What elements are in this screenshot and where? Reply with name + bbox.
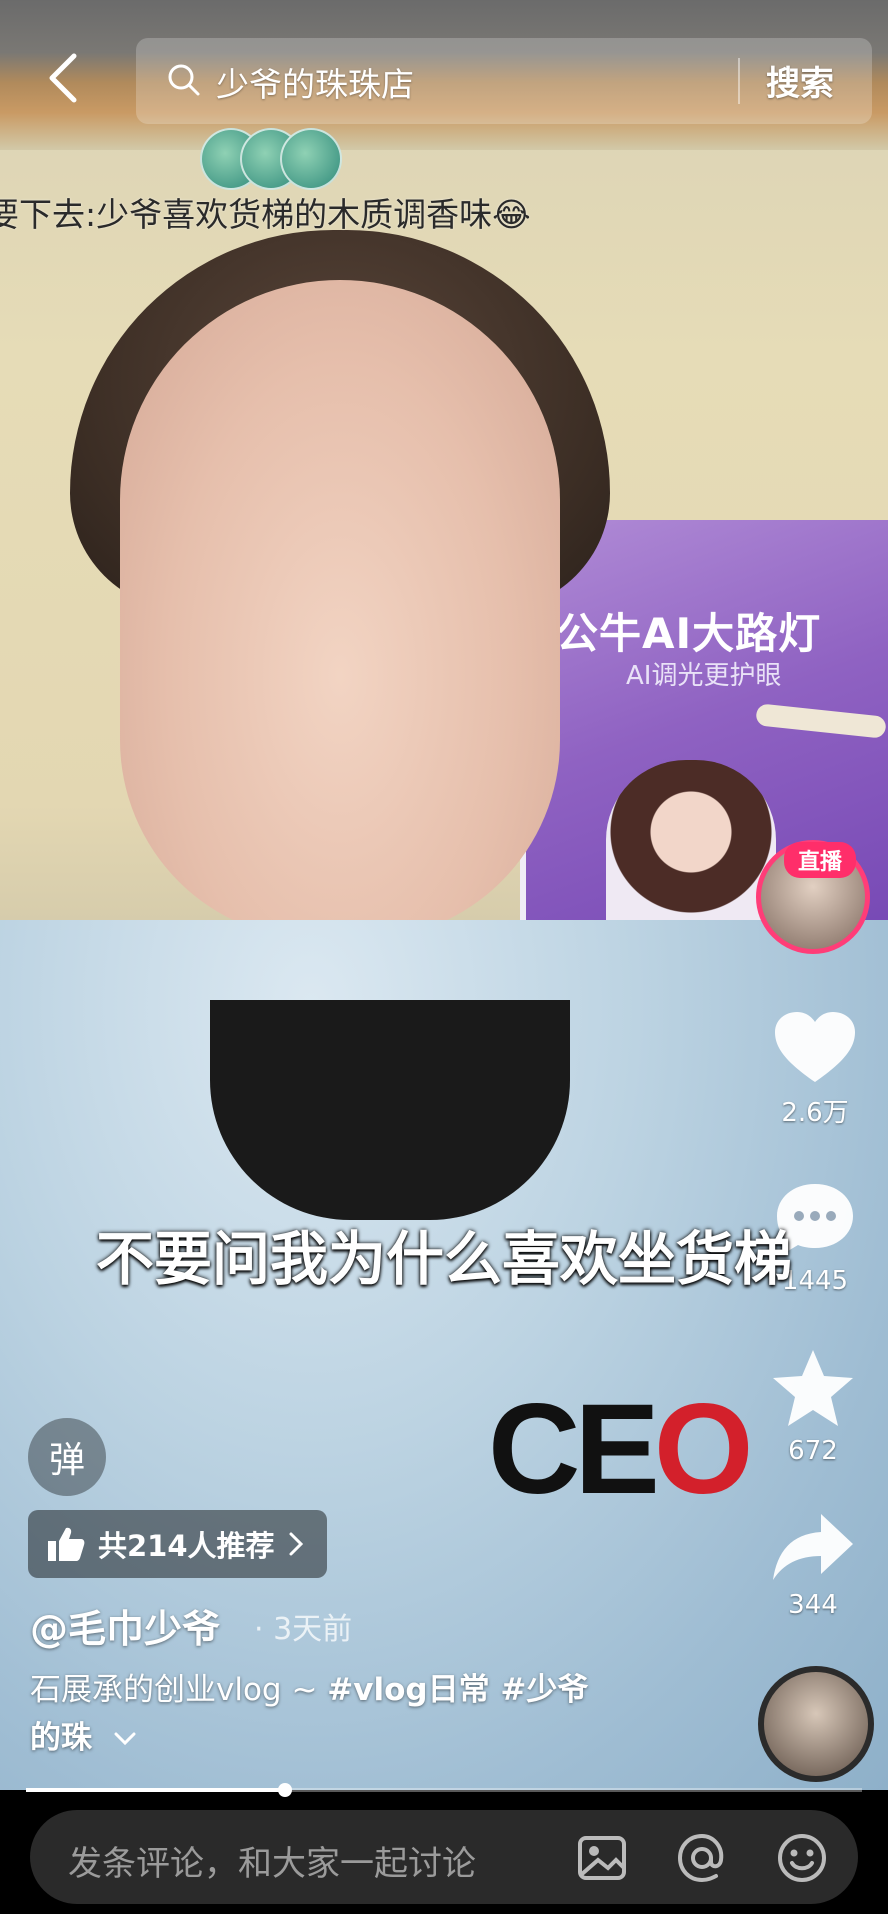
poster-subtitle: AI调光更护眼 — [626, 661, 782, 691]
video-progress-fill — [26, 1788, 286, 1792]
desc-text: 石展承的创业vlog ~ — [30, 1672, 328, 1708]
star-icon — [773, 1350, 853, 1426]
video-person-collar — [210, 1000, 570, 1220]
like-button[interactable]: 2.6万 — [760, 1010, 870, 1129]
danmaku-comment: 要下去:少爷喜欢货梯的木质调香味😂 — [0, 195, 531, 234]
poster-title: 公牛AI大路灯 — [556, 609, 822, 658]
video-subtitle: 不要问我为什么喜欢坐货梯 — [95, 1225, 792, 1293]
chevron-down-icon[interactable] — [112, 1730, 138, 1748]
back-button[interactable] — [40, 50, 86, 106]
at-icon[interactable] — [674, 1830, 730, 1886]
author-name[interactable]: @毛巾少爷 — [30, 1598, 220, 1653]
video-progress-knob[interactable] — [278, 1783, 293, 1797]
like-count: 2.6万 — [781, 1098, 849, 1128]
danmaku-avatar — [280, 128, 342, 190]
heart-icon — [775, 1012, 855, 1082]
comment-placeholder: 发条评论，和大家一起讨论 — [68, 1844, 476, 1884]
image-icon[interactable] — [574, 1830, 630, 1886]
favorite-button[interactable]: 672 — [758, 1346, 868, 1466]
hashtag-shaoye[interactable]: #少爷 — [490, 1672, 588, 1708]
danmaku-avatars — [200, 128, 350, 190]
music-disc-avatar[interactable] — [758, 1666, 874, 1782]
search-bar[interactable]: 少爷的珠珠店 搜索 — [136, 38, 872, 124]
thumb-up-icon — [48, 1527, 85, 1561]
hashtag-vlog[interactable]: #vlog日常 — [327, 1672, 489, 1708]
danmu-toggle-button[interactable]: 弹 — [28, 1418, 106, 1496]
recommend-button[interactable]: 共214人推荐 — [28, 1510, 327, 1578]
video-progress-bar[interactable] — [26, 1783, 862, 1797]
favorite-count: 672 — [788, 1436, 838, 1466]
live-badge: 直播 — [784, 842, 857, 878]
post-time: · 3天前 — [254, 1612, 353, 1647]
share-count: 344 — [788, 1590, 838, 1620]
video-person-face — [120, 280, 560, 940]
search-divider — [738, 58, 740, 104]
emoji-icon[interactable] — [774, 1830, 830, 1886]
post-description[interactable]: 石展承的创业vlog ~ #vlog日常 #少爷 的珠 — [30, 1666, 650, 1762]
chevron-right-icon — [289, 1532, 303, 1556]
share-icon — [773, 1514, 853, 1580]
top-bar: 少爷的珠珠店 搜索 — [0, 28, 888, 128]
search-query[interactable]: 少爷的珠珠店 — [216, 58, 414, 106]
desc-more-text: 的珠 — [30, 1720, 92, 1756]
recommend-label: 共214人推荐 — [98, 1529, 275, 1563]
shirt-ceo-logo: CEO — [488, 1378, 753, 1521]
comment-input[interactable]: 发条评论，和大家一起讨论 — [30, 1810, 858, 1904]
search-button[interactable]: 搜索 — [766, 56, 834, 105]
share-button[interactable]: 344 — [758, 1510, 868, 1620]
back-arrow-icon — [49, 53, 77, 103]
search-icon — [168, 64, 200, 96]
poster-lamp-image — [755, 703, 887, 739]
comment-bar: 发条评论，和大家一起讨论 — [0, 1798, 888, 1914]
